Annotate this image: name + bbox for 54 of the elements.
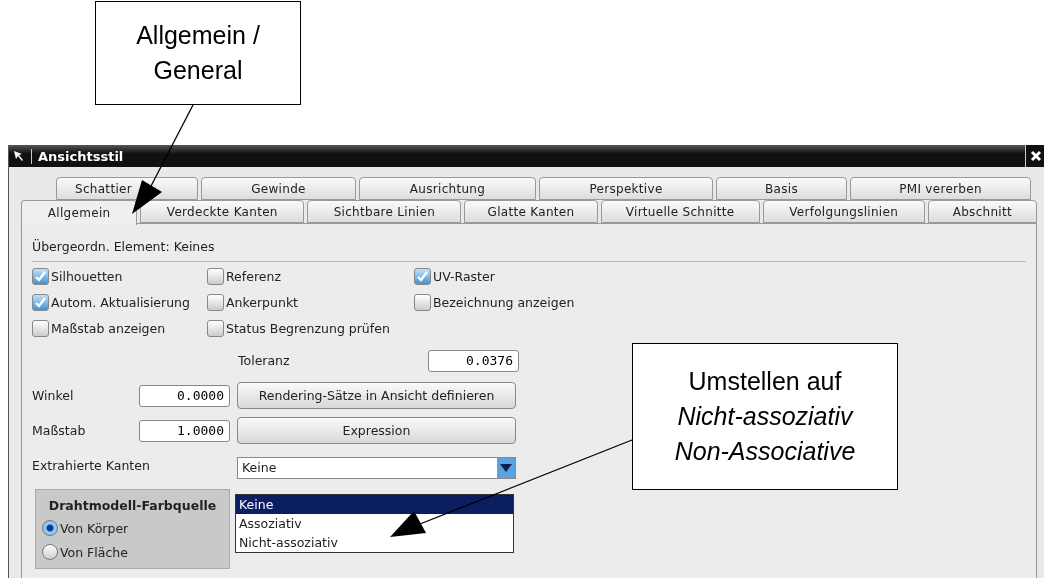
parent-element-text: Übergeordn. Element: Keines (32, 232, 1026, 262)
checkbox-label: UV-Raster (433, 269, 495, 284)
checkbox[interactable] (32, 268, 49, 285)
callout-text: Umstellen auf (688, 367, 842, 397)
checkbox-label: Referenz (226, 269, 281, 284)
tab[interactable]: Virtuelle Schnitte (600, 200, 760, 223)
tab[interactable]: Ausrichtung (359, 177, 536, 200)
checkbox[interactable] (32, 320, 49, 337)
checkbox[interactable] (32, 294, 49, 311)
tab[interactable]: PMI vererben (850, 177, 1031, 200)
checkbox-label: Ankerpunkt (226, 295, 298, 310)
angle-field[interactable]: 0.0000 (139, 384, 230, 407)
tab[interactable]: Gewinde (201, 177, 356, 200)
tab[interactable]: Abschnitt (927, 200, 1037, 223)
close-button[interactable] (1025, 145, 1044, 167)
radio-button[interactable] (42, 544, 58, 560)
checkbox-label: Autom. Aktualisierung (51, 295, 190, 310)
checkbox[interactable] (207, 320, 224, 337)
tab[interactable]: Schattier (56, 177, 198, 200)
checkbox-label: Status Begrenzung prüfen (226, 321, 390, 336)
close-icon (1029, 150, 1042, 162)
tolerance-label: Toleranz (238, 353, 291, 368)
tab[interactable]: Sichtbare Linien (307, 200, 462, 223)
cursor-icon (13, 150, 25, 162)
checkbox-label: Maßstab anzeigen (51, 321, 166, 336)
angle-label: Winkel (32, 388, 75, 403)
radio-label: Von Körper (60, 520, 129, 536)
tab[interactable]: Allgemein (21, 200, 138, 225)
extracted-edges-label: Extrahierte Kanten (32, 458, 151, 473)
checkbox[interactable] (414, 268, 431, 285)
checkbox[interactable] (207, 294, 224, 311)
checkbox[interactable] (207, 268, 224, 285)
tolerance-field[interactable]: 0.0376 (428, 349, 519, 372)
define-rendering-sets-button[interactable]: Rendering-Sätze in Ansicht definieren (237, 382, 516, 409)
checkbox-label: Bezeichnung anzeigen (433, 295, 575, 310)
callout-text: Allgemein / (136, 21, 260, 50)
checkbox[interactable] (414, 294, 431, 311)
callout-text: General (153, 56, 243, 85)
scale-field[interactable]: 1.0000 (139, 419, 230, 442)
tab[interactable]: Verfolgungslinien (762, 200, 925, 223)
extracted-edges-dropdown[interactable]: Keine (237, 456, 516, 479)
tab[interactable]: Basis (716, 177, 847, 200)
checkbox-label: Silhouetten (51, 269, 123, 284)
tab[interactable]: Perspektive (539, 177, 713, 200)
tab[interactable]: Glatte Kanten (464, 200, 598, 223)
dropdown-option[interactable]: Keine (236, 495, 513, 514)
expression-button[interactable]: Expression (237, 417, 516, 444)
scale-label: Maßstab (32, 423, 87, 438)
callout-text: Nicht-assoziativ (677, 402, 853, 431)
radio-label: Von Fläche (60, 544, 128, 560)
tab[interactable]: Verdeckte Kanten (140, 200, 305, 223)
group-title: Drahtmodell-Farbquelle (47, 498, 218, 513)
callout-text: Non-Associative (674, 436, 856, 466)
radio-button[interactable] (42, 520, 58, 536)
